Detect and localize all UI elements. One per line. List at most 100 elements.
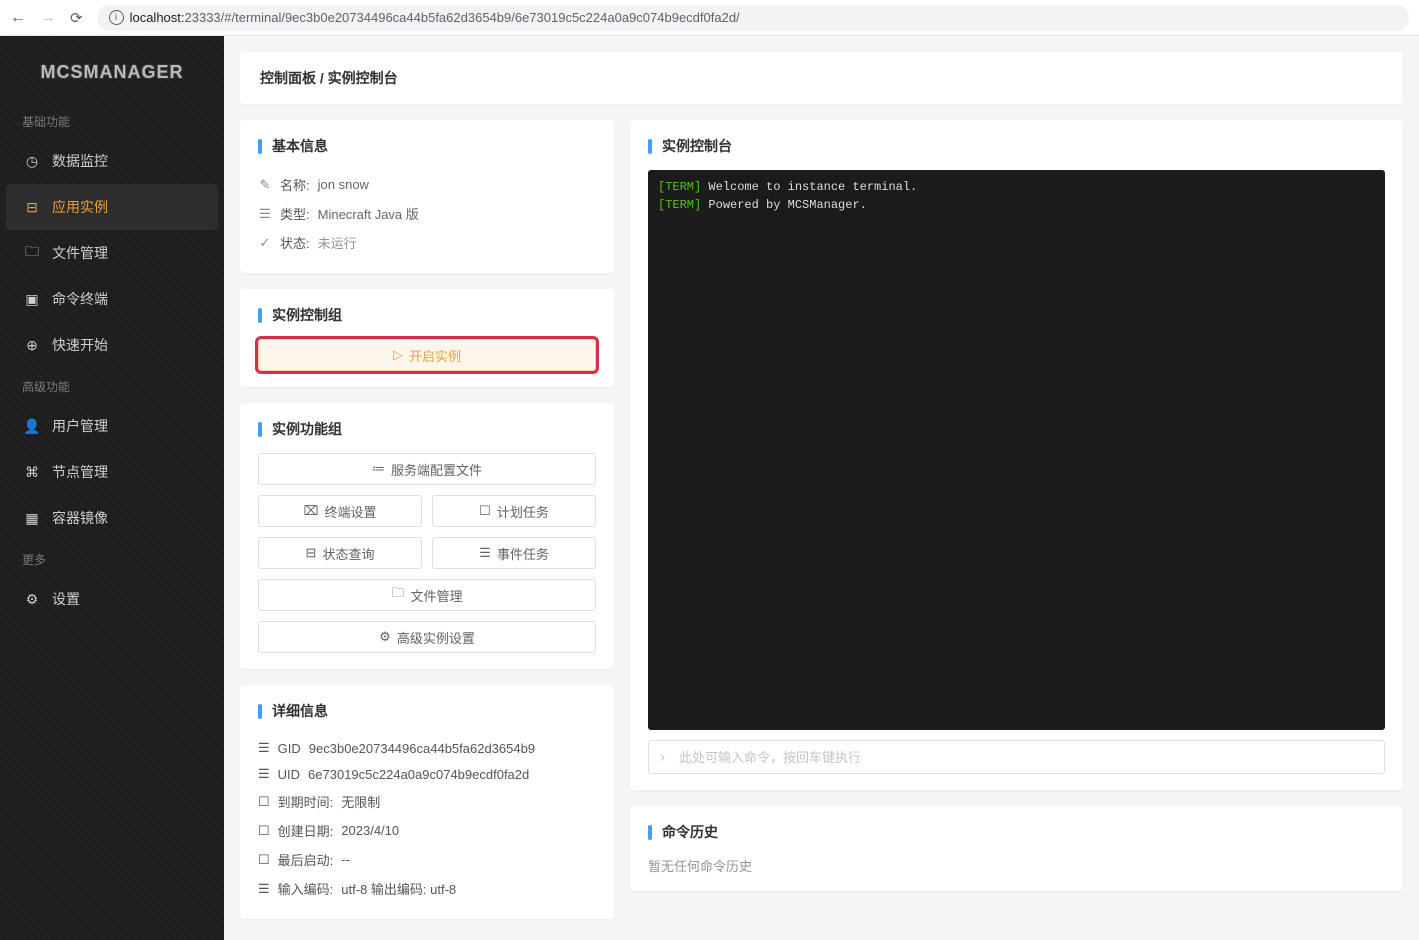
sidebar-item-settings[interactable]: ⚙ 设置 [0, 576, 224, 622]
sidebar-item-label: 容器镜像 [52, 508, 108, 528]
card-title: 命令历史 [648, 822, 1385, 842]
reload-icon[interactable]: ⟳ [70, 9, 83, 27]
terminal-settings-button[interactable]: ⌧ 终端设置 [258, 495, 422, 527]
file-manage-button[interactable]: 🗀 文件管理 [258, 579, 596, 611]
sidebar-item-label: 快速开始 [52, 335, 108, 355]
calendar-icon: ☐ [258, 794, 270, 810]
info-name-row: ✎ 名称: jon snow [258, 170, 596, 199]
breadcrumb: 控制面板 / 实例控制台 [240, 52, 1403, 104]
detail-card: 详细信息 ☰ GID 9ec3b0e20734496ca44b5fa62d365… [240, 685, 614, 919]
main-content: 控制面板 / 实例控制台 基本信息 ✎ 名称: jon snow ☰ 类型: M… [224, 36, 1419, 940]
back-icon[interactable]: ← [10, 9, 26, 27]
sidebar-item-label: 设置 [52, 589, 80, 609]
button-label: 服务端配置文件 [391, 460, 482, 479]
card-title: 实例功能组 [258, 419, 596, 439]
start-button-label: 开启实例 [409, 346, 461, 365]
sidebar-item-images[interactable]: ▦ 容器镜像 [0, 495, 224, 541]
button-label: 计划任务 [497, 502, 549, 521]
info-icon: i [109, 10, 124, 25]
detail-expire-row: ☐ 到期时间: 无限制 [258, 787, 596, 816]
sidebar-item-label: 用户管理 [52, 416, 108, 436]
plus-circle-icon: ⊕ [24, 337, 40, 353]
sidebar-item-label: 命令终端 [52, 289, 108, 309]
doc-icon: ☰ [258, 881, 270, 897]
sidebar: MCSMANAGER 基础功能 ◷ 数据监控 ⊟ 应用实例 🗀 文件管理 ▣ 命… [0, 36, 224, 940]
folder-icon: 🗀 [391, 584, 404, 606]
doc-icon: ☰ [258, 740, 270, 756]
sliders-icon: ≔ [372, 461, 385, 477]
scheduled-tasks-button[interactable]: ☐ 计划任务 [432, 495, 596, 527]
button-label: 状态查询 [322, 544, 374, 563]
terminal-line: [TERM] Powered by MCSManager. [658, 196, 1375, 214]
func-group-card: 实例功能组 ≔ 服务端配置文件 ⌧ 终端设置 ☐ [240, 403, 614, 669]
terminal-output[interactable]: [TERM] Welcome to instance terminal. [TE… [648, 170, 1385, 730]
logo-text: MCSMANAGER [41, 62, 184, 82]
database-icon: ⊟ [24, 199, 40, 215]
logo: MCSMANAGER [0, 54, 224, 103]
terminal-card: 实例控制台 [TERM] Welcome to instance termina… [630, 120, 1403, 790]
terminal-icon: ▣ [24, 291, 40, 307]
button-label: 事件任务 [497, 544, 549, 563]
event-tasks-button[interactable]: ☰ 事件任务 [432, 537, 596, 569]
play-icon: ▷ [393, 347, 403, 363]
button-label: 终端设置 [324, 502, 376, 521]
command-input-wrap [648, 740, 1385, 774]
terminal-line: [TERM] Welcome to instance terminal. [658, 178, 1375, 196]
command-input[interactable] [648, 740, 1385, 774]
card-title: 基本信息 [258, 136, 596, 156]
sidebar-item-label: 数据监控 [52, 151, 108, 171]
detail-create-row: ☐ 创建日期: 2023/4/10 [258, 816, 596, 845]
sidebar-item-label: 应用实例 [52, 197, 108, 217]
card-title: 实例控制组 [258, 305, 596, 325]
history-card: 命令历史 暂无任何命令历史 [630, 806, 1403, 891]
nav-section-advanced: 高级功能 [0, 368, 224, 403]
image-icon: ▦ [24, 510, 40, 526]
info-type-row: ☰ 类型: Minecraft Java 版 [258, 199, 596, 228]
sidebar-item-terminal[interactable]: ▣ 命令终端 [0, 276, 224, 322]
pen-icon: ✎ [258, 177, 272, 193]
tag-icon: ⊟ [306, 545, 317, 561]
forward-icon[interactable]: → [40, 9, 56, 27]
url-bar[interactable]: i localhost:23333/#/terminal/9ec3b0e2073… [97, 5, 1409, 31]
sidebar-item-label: 节点管理 [52, 462, 108, 482]
sidebar-item-label: 文件管理 [52, 243, 108, 263]
calendar-icon: ☐ [479, 503, 491, 519]
status-query-button[interactable]: ⊟ 状态查询 [258, 537, 422, 569]
detail-laststart-row: ☐ 最后启动: -- [258, 845, 596, 874]
detail-encoding-row: ☰ 输入编码: utf-8 输出编码: utf-8 [258, 874, 596, 903]
laptop-icon: ⌧ [304, 503, 319, 519]
calendar-icon: ☐ [258, 852, 270, 868]
config-file-button[interactable]: ≔ 服务端配置文件 [258, 453, 596, 485]
sidebar-item-instances[interactable]: ⊟ 应用实例 [6, 184, 218, 230]
advanced-settings-button[interactable]: ⚙ 高级实例设置 [258, 621, 596, 653]
sidebar-item-users[interactable]: 👤 用户管理 [0, 403, 224, 449]
nav-section-basic: 基础功能 [0, 103, 224, 138]
button-label: 高级实例设置 [397, 628, 475, 647]
list-icon: ☰ [479, 545, 491, 561]
browser-chrome: ← → ⟳ i localhost:23333/#/terminal/9ec3b… [0, 0, 1419, 36]
start-instance-button[interactable]: ▷ 开启实例 [258, 339, 596, 371]
doc-icon: ☰ [258, 206, 272, 222]
info-status-row: ✓ 状态: 未运行 [258, 228, 596, 257]
url-text: localhost:23333/#/terminal/9ec3b0e207344… [130, 10, 740, 25]
basic-info-card: 基本信息 ✎ 名称: jon snow ☰ 类型: Minecraft Java… [240, 120, 614, 273]
folder-icon: 🗀 [24, 245, 40, 261]
detail-uid-row: ☰ UID 6e73019c5c224a0a9c074b9ecdf0fa2d [258, 761, 596, 787]
sidebar-item-nodes[interactable]: ⌘ 节点管理 [0, 449, 224, 495]
detail-gid-row: ☰ GID 9ec3b0e20734496ca44b5fa62d3654b9 [258, 735, 596, 761]
gear-icon: ⚙ [24, 591, 40, 607]
sidebar-item-quickstart[interactable]: ⊕ 快速开始 [0, 322, 224, 368]
history-empty: 暂无任何命令历史 [648, 856, 1385, 875]
clock-icon: ◷ [24, 153, 40, 169]
control-group-card: 实例控制组 ▷ 开启实例 [240, 289, 614, 387]
button-label: 文件管理 [411, 586, 463, 605]
user-icon: 👤 [24, 418, 40, 434]
nav-section-more: 更多 [0, 541, 224, 576]
calendar-icon: ☐ [258, 823, 270, 839]
sidebar-item-monitor[interactable]: ◷ 数据监控 [0, 138, 224, 184]
status-icon: ✓ [258, 235, 272, 251]
sidebar-item-files[interactable]: 🗀 文件管理 [0, 230, 224, 276]
card-title: 详细信息 [258, 701, 596, 721]
nodes-icon: ⌘ [24, 464, 40, 480]
doc-icon: ☰ [258, 766, 270, 782]
